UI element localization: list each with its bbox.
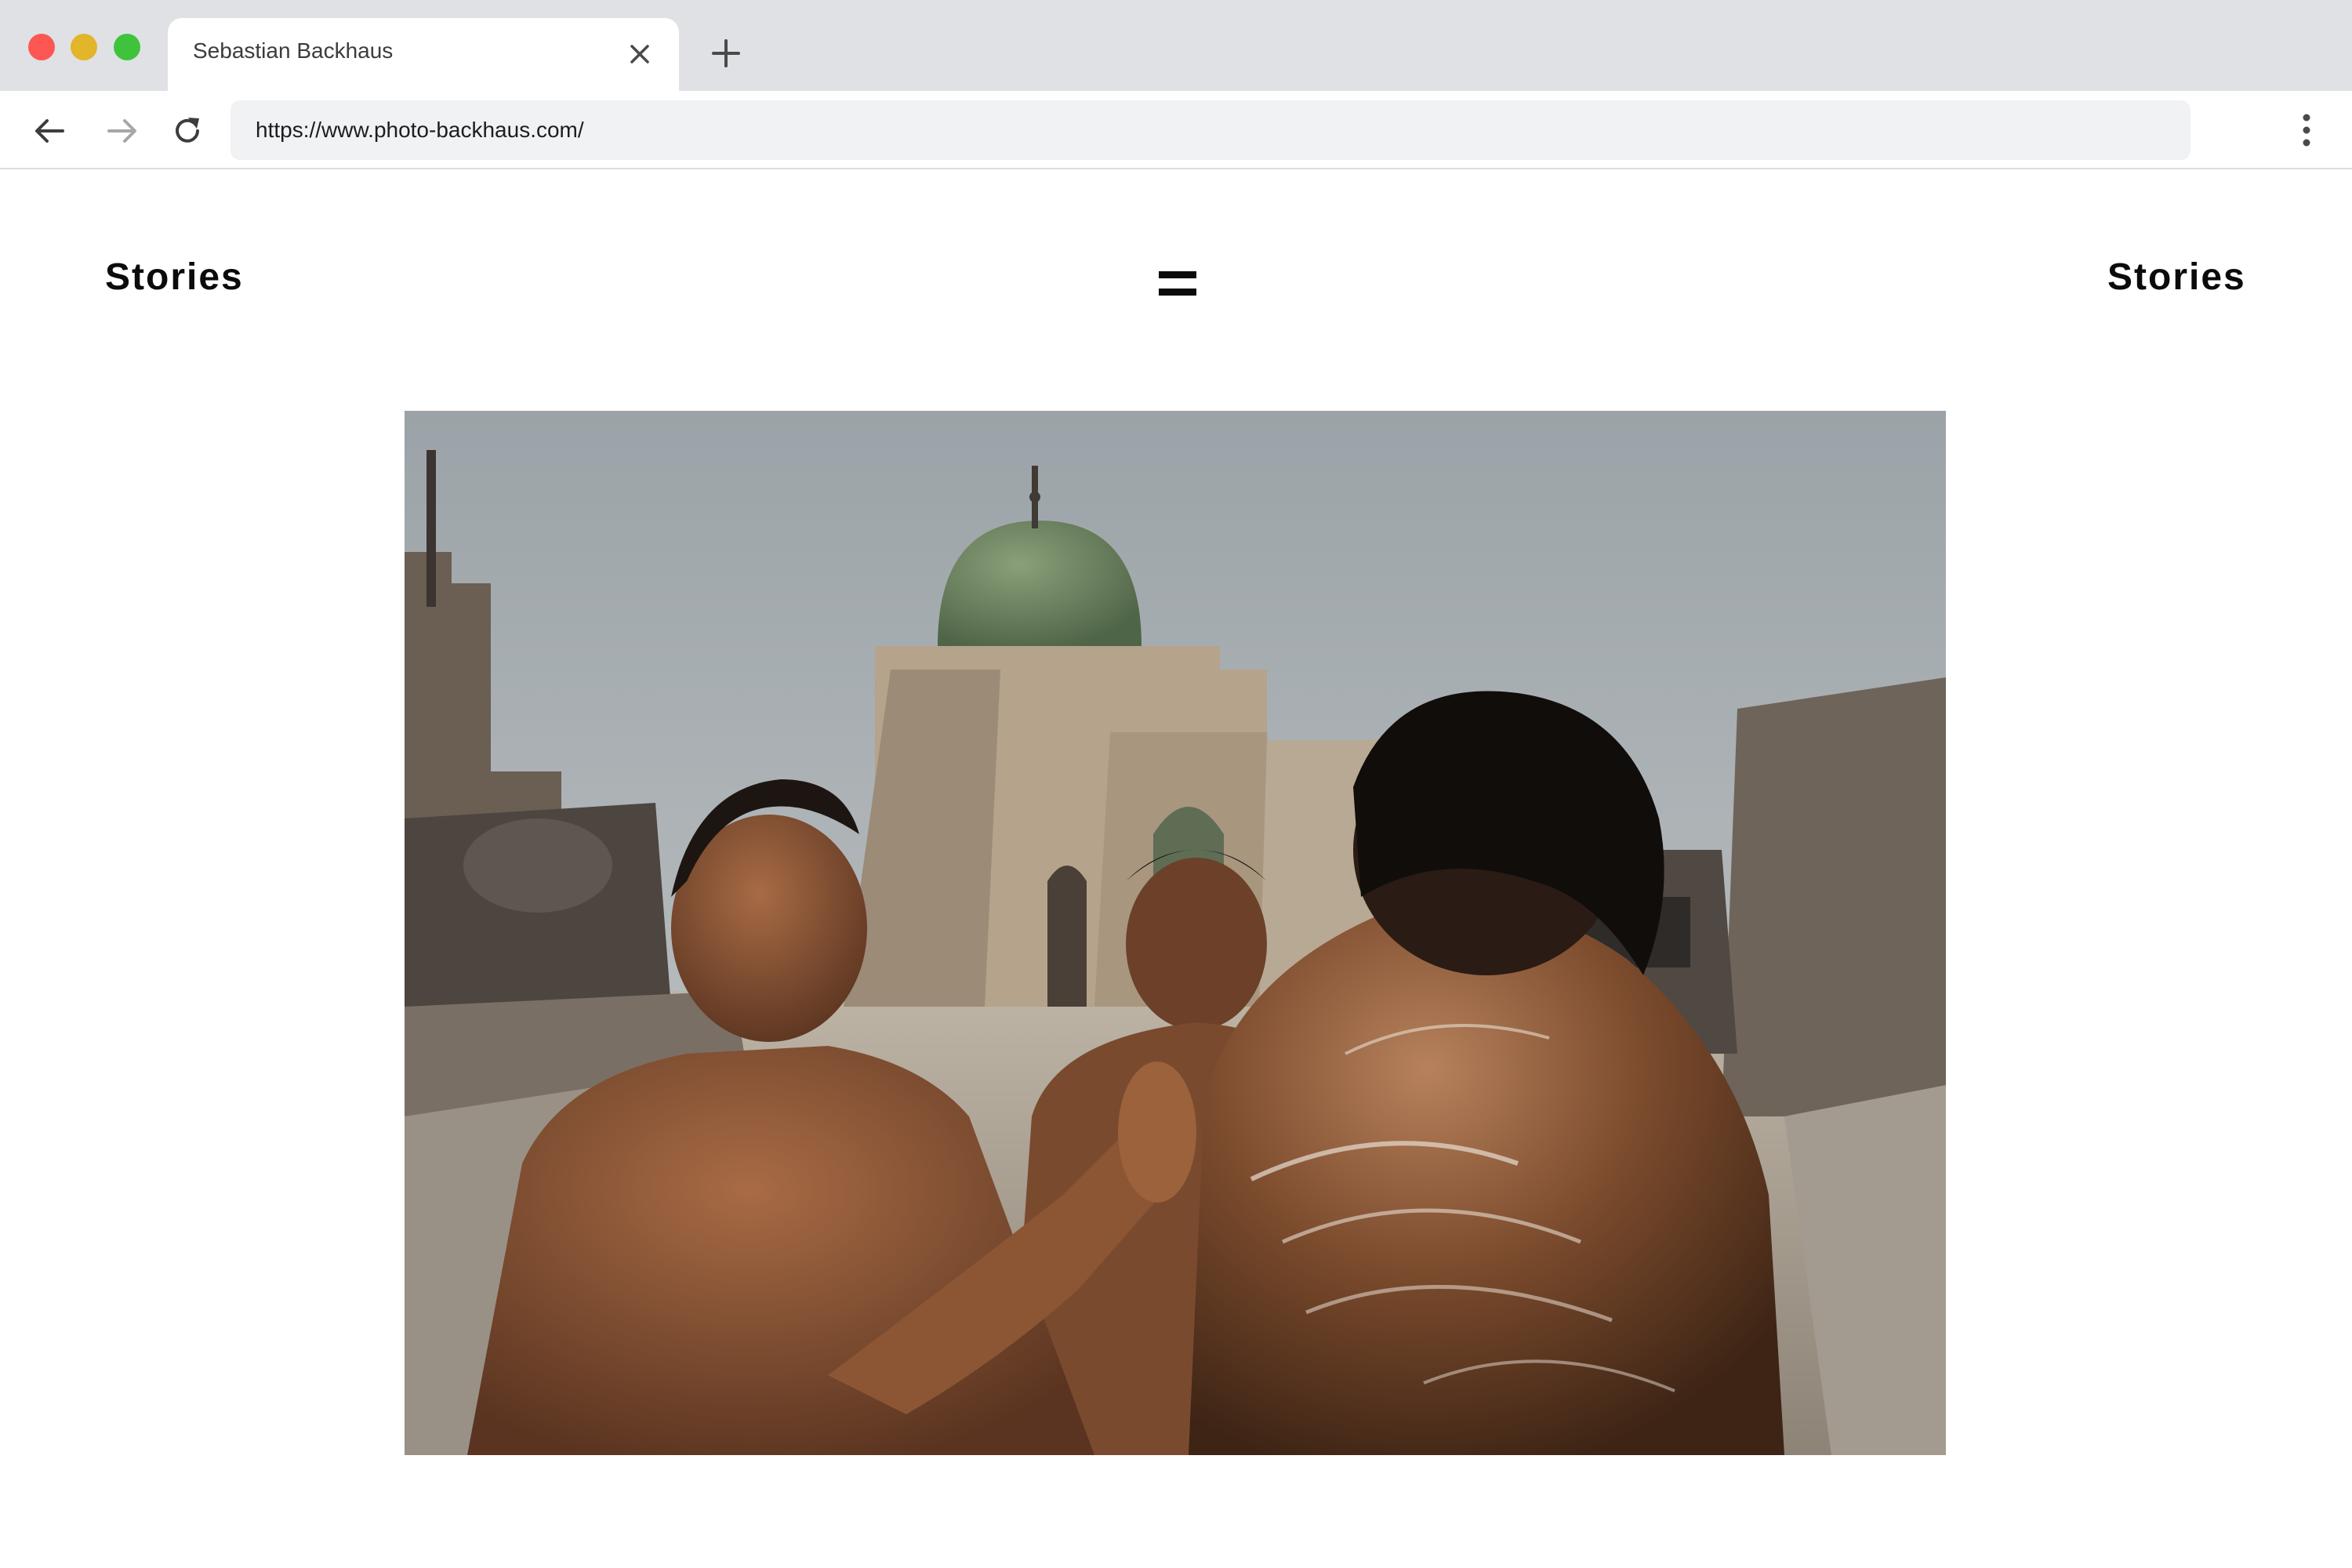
nav-stories-left[interactable]: Stories: [105, 256, 244, 299]
close-icon[interactable]: [627, 42, 652, 67]
browser-tab-active[interactable]: Sebastian Backhaus: [168, 18, 679, 91]
browser-tab-strip: Sebastian Backhaus: [0, 0, 2352, 91]
address-bar[interactable]: https://www.photo-backhaus.com/: [230, 100, 2190, 160]
url-text[interactable]: https://www.photo-backhaus.com/: [256, 118, 584, 143]
hamburger-bar: [1159, 289, 1196, 296]
hero-photo[interactable]: [405, 411, 1946, 1455]
nav-stories-right[interactable]: Stories: [2107, 256, 2246, 299]
window-minimize-button[interactable]: [71, 34, 97, 60]
window-zoom-button[interactable]: [114, 34, 140, 60]
hamburger-bar: [1159, 271, 1196, 278]
arrow-right-icon[interactable]: [104, 113, 140, 149]
reload-icon[interactable]: [169, 113, 205, 149]
window-close-button[interactable]: [28, 34, 55, 60]
arrow-left-icon[interactable]: [31, 113, 67, 149]
browser-toolbar: https://www.photo-backhaus.com/: [0, 91, 2352, 169]
hero-photo-illustration: [405, 411, 1946, 1455]
hamburger-icon[interactable]: [1159, 271, 1196, 296]
plus-icon[interactable]: [709, 36, 743, 71]
kebab-menu-icon[interactable]: [2291, 110, 2322, 151]
tab-title: Sebastian Backhaus: [193, 38, 394, 63]
